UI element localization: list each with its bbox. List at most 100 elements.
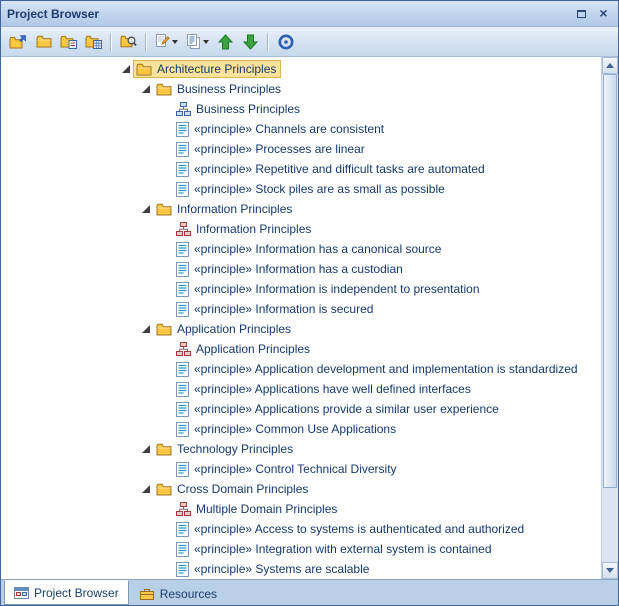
tree-row[interactable]: Multiple Domain Principles [1, 499, 601, 519]
scroll-down-button[interactable] [602, 562, 618, 579]
move-down-button[interactable] [239, 30, 262, 53]
tree-node[interactable]: «principle» Application development and … [173, 360, 583, 378]
edit-button[interactable] [152, 30, 181, 53]
tree-item-label: «principle» Integration with external sy… [194, 542, 492, 556]
new-diagram-button[interactable] [57, 30, 80, 53]
titlebar[interactable]: Project Browser × [1, 1, 618, 27]
diagram-red-icon [176, 342, 191, 356]
tree-item-label: Business Principles [177, 82, 281, 96]
tab-resources[interactable]: Resources [130, 582, 227, 605]
window-title: Project Browser [7, 7, 568, 21]
tree-row[interactable]: Information Principles [1, 219, 601, 239]
tree-node[interactable]: «principle» Access to systems is authent… [173, 520, 529, 538]
expand-collapse-triangle-icon[interactable] [119, 62, 133, 76]
tree-node[interactable]: «principle» Applications have well defin… [173, 380, 476, 398]
tree-row[interactable]: «principle» Applications have well defin… [1, 379, 601, 399]
tree-node[interactable]: Information Principles [173, 220, 316, 238]
expand-collapse-triangle-icon[interactable] [139, 202, 153, 216]
tree-node[interactable]: Information Principles [153, 200, 297, 218]
tree-row[interactable]: «principle» Control Technical Diversity [1, 459, 601, 479]
dropdown-chevron-icon[interactable] [172, 40, 178, 44]
principle-document-icon [176, 302, 189, 317]
move-up-button[interactable] [214, 30, 237, 53]
tree-node[interactable]: «principle» Information is secured [173, 300, 378, 318]
tree-row[interactable]: «principle» Integration with external sy… [1, 539, 601, 559]
tree-node[interactable]: Cross Domain Principles [153, 480, 313, 498]
tree-node[interactable]: «principle» Information is independent t… [173, 280, 485, 298]
tree-node[interactable]: Technology Principles [153, 440, 298, 458]
tree-row[interactable]: «principle» Information has a custodian [1, 259, 601, 279]
duplicate-button[interactable] [183, 30, 212, 53]
tree-row[interactable]: Business Principles [1, 99, 601, 119]
tree-node-selected[interactable]: Architecture Principles [133, 60, 281, 78]
tree-node[interactable]: «principle» Processes are linear [173, 140, 370, 158]
folder-new-model-icon [9, 34, 27, 49]
tree-row[interactable]: «principle» Processes are linear [1, 139, 601, 159]
vertical-scrollbar[interactable] [601, 57, 618, 579]
dropdown-chevron-icon[interactable] [203, 40, 209, 44]
new-package-button[interactable] [32, 30, 55, 53]
tree-node[interactable]: Application Principles [173, 340, 315, 358]
new-model-button[interactable] [6, 30, 30, 53]
tree-node[interactable]: «principle» Information has a custodian [173, 260, 408, 278]
tree-item-label: «principle» Information is secured [194, 302, 373, 316]
tree-node[interactable]: «principle» Systems are scalable [173, 560, 374, 578]
tree-row[interactable]: «principle» Applications provide a simil… [1, 399, 601, 419]
principle-document-icon [176, 382, 189, 397]
tree-node[interactable]: Business Principles [173, 100, 305, 118]
tree-row[interactable]: Technology Principles [1, 439, 601, 459]
tree-node[interactable]: Business Principles [153, 80, 286, 98]
tree-row[interactable]: «principle» Access to systems is authent… [1, 519, 601, 539]
tab-project-browser[interactable]: Project Browser [4, 580, 129, 605]
folder-icon [156, 203, 172, 216]
tab-label: Resources [160, 587, 217, 601]
tree-row[interactable]: Application Principles [1, 339, 601, 359]
maximize-button[interactable] [573, 6, 590, 21]
new-element-button[interactable] [82, 30, 105, 53]
tree-row[interactable]: Architecture Principles [1, 59, 601, 79]
tree-node[interactable]: «principle» Integration with external sy… [173, 540, 497, 558]
help-button[interactable] [274, 30, 297, 53]
tree-row[interactable]: Cross Domain Principles [1, 479, 601, 499]
tree-row[interactable]: Application Principles [1, 319, 601, 339]
scrollbar-thumb[interactable] [603, 74, 617, 488]
tree-node[interactable]: «principle» Stock piles are as small as … [173, 180, 450, 198]
tree-node[interactable]: «principle» Repetitive and difficult tas… [173, 160, 490, 178]
tree-node[interactable]: Multiple Domain Principles [173, 500, 342, 518]
scroll-up-button[interactable] [602, 57, 618, 74]
green-arrow-up-icon [218, 34, 233, 50]
tree-row[interactable]: «principle» Information is independent t… [1, 279, 601, 299]
principle-document-icon [176, 162, 189, 177]
expand-collapse-triangle-icon[interactable] [139, 82, 153, 96]
tree-row[interactable]: «principle» Common Use Applications [1, 419, 601, 439]
tree-row[interactable]: Business Principles [1, 79, 601, 99]
tree-row[interactable]: «principle» Application development and … [1, 359, 601, 379]
close-button[interactable]: × [595, 6, 612, 21]
tree-item-label: «principle» Applications have well defin… [194, 382, 471, 396]
find-in-browser-button[interactable] [117, 30, 140, 53]
tree-row[interactable]: Information Principles [1, 199, 601, 219]
tree-node[interactable]: «principle» Information has a canonical … [173, 240, 446, 258]
tree-item-label: Application Principles [177, 322, 291, 336]
tree-item-label: «principle» Systems are scalable [194, 562, 369, 576]
tree-node[interactable]: «principle» Common Use Applications [173, 420, 401, 438]
tree-node[interactable]: «principle» Channels are consistent [173, 120, 389, 138]
principle-document-icon [176, 182, 189, 197]
scrollbar-track[interactable] [602, 74, 618, 562]
tree-row[interactable]: «principle» Channels are consistent [1, 119, 601, 139]
tree-row[interactable]: «principle» Information is secured [1, 299, 601, 319]
maximize-icon [577, 10, 586, 18]
tree-row[interactable]: «principle» Information has a canonical … [1, 239, 601, 259]
tree-row[interactable]: «principle» Stock piles are as small as … [1, 179, 601, 199]
tree-row[interactable]: «principle» Repetitive and difficult tas… [1, 159, 601, 179]
tree-row[interactable]: «principle» Systems are scalable [1, 559, 601, 579]
expand-collapse-triangle-icon[interactable] [139, 482, 153, 496]
tree-node[interactable]: «principle» Control Technical Diversity [173, 460, 402, 478]
green-arrow-down-icon [243, 34, 258, 50]
tree-node[interactable]: «principle» Applications provide a simil… [173, 400, 504, 418]
expand-collapse-triangle-icon[interactable] [139, 322, 153, 336]
tree-item-label: «principle» Processes are linear [194, 142, 365, 156]
folder-icon [156, 323, 172, 336]
expand-collapse-triangle-icon[interactable] [139, 442, 153, 456]
tree-node[interactable]: Application Principles [153, 320, 296, 338]
